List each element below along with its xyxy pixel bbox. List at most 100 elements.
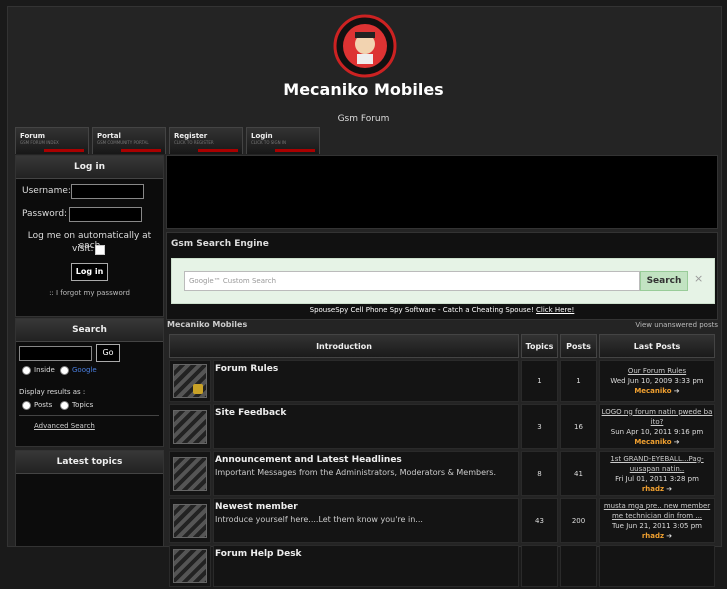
username-input[interactable]	[71, 184, 144, 199]
inside-label: Inside	[34, 366, 55, 374]
last-post-date: Tue Jun 21, 2011 3:05 pm	[612, 521, 702, 530]
forum-icon-cell	[169, 498, 211, 543]
table-row[interactable]: Newest member Introduce yourself here...…	[169, 498, 715, 543]
forgot-prefix: ::	[49, 289, 54, 297]
last-post-date: Wed Jun 10, 2009 3:33 pm	[610, 377, 704, 385]
last-post-author[interactable]: Mecaniko	[634, 438, 671, 446]
forum-info-cell: Forum Help Desk	[213, 545, 519, 587]
last-post-author[interactable]: rhadz	[642, 532, 664, 540]
goto-post-icon[interactable]: ➔	[666, 485, 672, 493]
remember-checkbox[interactable]	[95, 245, 105, 255]
forum-icon-cell	[169, 404, 211, 449]
tab-login[interactable]: Login CLICK TO SIGN IN	[246, 127, 320, 154]
tab-forum[interactable]: Forum GSM FORUM INDEX	[15, 127, 89, 154]
table-header-row: Introduction Topics Posts Last Posts	[169, 334, 715, 358]
forum-info-cell: Forum Rules	[213, 360, 519, 402]
tab-accent	[121, 149, 161, 152]
last-post-cell: LOGO ng forum natin pwede ba ito? Sun Ap…	[599, 404, 715, 449]
tab-accent	[275, 149, 315, 152]
forum-icon	[173, 549, 207, 583]
forum-desc: Important Messages from the Administrato…	[215, 468, 497, 477]
col-topics: Topics	[521, 334, 558, 358]
posts-count: 16	[560, 404, 597, 449]
forum-name[interactable]: Announcement and Latest Headlines	[215, 455, 517, 465]
tab-portal[interactable]: Portal GSM COMMUNITY PORTAL	[92, 127, 166, 154]
forum-icon	[173, 456, 207, 491]
password-label: Password:	[22, 209, 68, 219]
forum-name[interactable]: Forum Rules	[215, 364, 517, 374]
tab-register[interactable]: Register CLICK TO REGISTER	[169, 127, 243, 154]
spy-ad-link[interactable]: Click Here!	[536, 306, 574, 314]
forum-table: Introduction Topics Posts Last Posts For…	[167, 332, 717, 589]
posts-label: Posts	[34, 401, 53, 409]
last-post-link-2[interactable]: ito?	[601, 417, 713, 427]
topics-count: 3	[521, 404, 558, 449]
forum-info-cell: Announcement and Latest Headlines Import…	[213, 451, 519, 496]
col-introduction: Introduction	[169, 334, 519, 358]
last-post-author[interactable]: Mecaniko	[634, 387, 671, 395]
forum-name[interactable]: Forum Help Desk	[215, 549, 517, 559]
last-post-cell: 1st GRAND-EYEBALL...Pag- uusapan natin..…	[599, 451, 715, 496]
topics-count: 1	[521, 360, 558, 402]
login-button[interactable]: Log in	[71, 263, 108, 281]
tab-register-label: Register	[174, 132, 208, 140]
advanced-search-link[interactable]: Advanced Search	[34, 422, 95, 430]
last-post-link[interactable]: 1st GRAND-EYEBALL...Pag-	[601, 454, 713, 464]
google-radio[interactable]	[60, 366, 69, 375]
site-logo[interactable]	[333, 14, 397, 78]
forum-name[interactable]: Site Feedback	[215, 408, 517, 418]
close-icon[interactable]: ×	[694, 272, 703, 285]
goto-post-icon[interactable]: ➔	[666, 532, 672, 540]
tab-forum-label: Forum	[20, 132, 46, 140]
category-title[interactable]: Mecaniko Mobiles	[167, 320, 247, 329]
search-input[interactable]	[19, 346, 92, 361]
last-post-link[interactable]: musta mga pre.. new member	[601, 501, 713, 511]
gsm-search-header: Gsm Search Engine	[171, 239, 269, 249]
last-post-link-2[interactable]: me technician din from ...	[601, 511, 713, 521]
forgot-password-link[interactable]: I forgot my password	[56, 289, 130, 297]
google-label: Google	[72, 366, 97, 374]
forum-icon	[173, 503, 207, 538]
gsm-search-panel: Gsm Search Engine Google™ Custom Search …	[166, 232, 718, 320]
table-row[interactable]: Site Feedback 3 16 LOGO ng forum natin p…	[169, 404, 715, 449]
google-search-button[interactable]: Search	[640, 271, 688, 291]
goto-post-icon[interactable]: ➔	[674, 438, 680, 446]
tab-portal-sub: GSM COMMUNITY PORTAL	[97, 140, 149, 145]
col-posts: Posts	[560, 334, 597, 358]
google-search-input[interactable]: Google™ Custom Search	[184, 271, 640, 291]
last-post-link-2[interactable]: uusapan natin..	[601, 464, 713, 474]
google-search-bar: Google™ Custom Search Search ×	[171, 258, 715, 304]
last-post-date: Fri Jul 01, 2011 3:28 pm	[615, 474, 699, 483]
inside-radio[interactable]	[22, 366, 31, 375]
spy-ad: SpouseSpy Cell Phone Spy Software - Catc…	[167, 306, 717, 314]
password-input[interactable]	[69, 207, 142, 222]
goto-post-icon[interactable]: ➔	[674, 387, 680, 395]
username-label: Username:	[22, 186, 71, 196]
topics-radio[interactable]	[60, 401, 69, 410]
forum-icon-cell	[169, 360, 211, 402]
table-row[interactable]: Forum Help Desk	[169, 545, 715, 587]
forum-desc: Introduce yourself here....Let them know…	[215, 515, 423, 524]
tab-accent	[44, 149, 84, 152]
login-panel: Log in Username: Password: Log me on aut…	[15, 155, 164, 317]
last-post-date: Sun Apr 10, 2011 9:16 pm	[610, 427, 704, 436]
lock-icon	[193, 384, 203, 394]
search-go-button[interactable]: Go	[96, 344, 120, 362]
last-post-author[interactable]: rhadz	[642, 485, 664, 493]
divider	[19, 415, 159, 416]
tab-forum-sub: GSM FORUM INDEX	[20, 140, 59, 145]
topics-label: Topics	[72, 401, 94, 409]
last-post-link[interactable]: LOGO ng forum natin pwede ba	[601, 407, 713, 417]
latest-topics-panel: Latest topics	[15, 450, 164, 547]
topics-count: 43	[521, 498, 558, 543]
display-results-label: Display results as :	[19, 388, 86, 396]
tab-accent	[198, 149, 238, 152]
last-post-link[interactable]: Our Forum Rules	[601, 366, 713, 376]
posts-radio[interactable]	[22, 401, 31, 410]
table-row[interactable]: Forum Rules 1 1 Our Forum Rules Wed Jun …	[169, 360, 715, 402]
unanswered-posts-link[interactable]: View unanswered posts	[635, 321, 718, 329]
forum-name[interactable]: Newest member	[215, 502, 517, 512]
table-row[interactable]: Announcement and Latest Headlines Import…	[169, 451, 715, 496]
site-subtitle: Gsm Forum	[337, 114, 390, 124]
forum-icon	[173, 409, 207, 444]
